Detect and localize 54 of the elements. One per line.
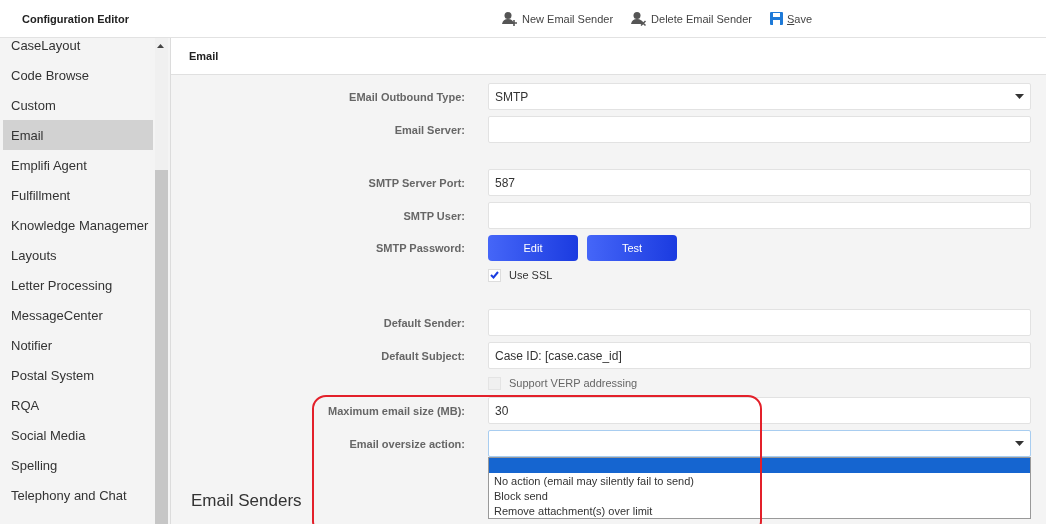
field-label: SMTP Server Port: [367,176,465,189]
dropdown-option[interactable] [489,458,1030,473]
field-label: Maximum email size (MB): [327,404,465,417]
dropdown-field[interactable]: SMTP [488,83,1031,110]
text-field[interactable]: 587 [488,169,1031,196]
sidebar-item[interactable]: CaseLayout [3,38,153,60]
sidebar-item[interactable]: RQA [3,390,153,420]
field-label: SMTP Password: [374,242,465,254]
text-field[interactable]: Case ID: [case.case_id] [488,342,1031,369]
scrollbar-thumb[interactable] [155,170,168,524]
save-icon [770,12,783,25]
sidebar-item[interactable]: Telephony and Chat [3,480,153,510]
action-button[interactable]: Edit [488,235,578,261]
field-label: EMail Outbound Type: [348,90,465,103]
field-label: Email Server: [393,123,465,136]
panel-title: Email [189,50,219,62]
dropdown-option[interactable]: Block send [489,488,1030,503]
toolbar-button[interactable]: Delete Email Sender [631,10,752,27]
checkbox-label: Use SSL [509,269,553,281]
text-field[interactable]: 30 [488,397,1031,424]
add-user-icon [502,10,518,27]
text-field[interactable] [488,309,1031,336]
sidebar-item[interactable]: Knowledge Managemer [3,210,153,240]
sidebar-item[interactable]: Letter Processing [3,270,153,300]
sidebar-item[interactable]: Fulfillment [3,180,153,210]
scroll-up-icon[interactable] [157,44,164,48]
sidebar-item[interactable]: Email [3,120,153,150]
toolbar-button[interactable]: Save [770,12,813,25]
sidebar-item[interactable]: Emplifi Agent [3,150,153,180]
checkbox-label: Support VERP addressing [509,377,638,389]
field-label: SMTP User: [402,209,465,222]
remove-user-icon [631,10,648,27]
checkbox[interactable] [488,268,501,282]
dropdown-option[interactable]: No action (email may silently fail to send) [489,473,1030,488]
sidebar-item[interactable]: Layouts [3,240,153,270]
sidebar-item[interactable]: MessageCenter [3,300,153,330]
dropdown-option[interactable]: Remove attachment(s) over limit [489,503,1030,518]
field-label: Email oversize action: [348,437,465,450]
sidebar-item[interactable]: Postal System [3,360,153,390]
app-title: Configuration Editor [22,12,129,25]
action-button[interactable]: Test [587,235,677,261]
sidebar-item[interactable]: Notifier [3,330,153,360]
dropdown-caret-icon [1015,441,1024,446]
text-field[interactable] [488,116,1031,143]
section-heading: Email Senders [191,491,302,511]
sidebar-item[interactable]: Code Browse [3,60,153,90]
dropdown-caret-icon [1015,94,1024,99]
sidebar-item[interactable]: Spelling [3,450,153,480]
toolbar-button[interactable]: New Email Sender [502,10,614,27]
field-label: Default Subject: [380,349,465,362]
sidebar-item[interactable]: Social Media [3,420,153,450]
sidebar-item[interactable]: Custom [3,90,153,120]
text-field[interactable] [488,202,1031,229]
field-label: Default Sender: [382,316,465,329]
